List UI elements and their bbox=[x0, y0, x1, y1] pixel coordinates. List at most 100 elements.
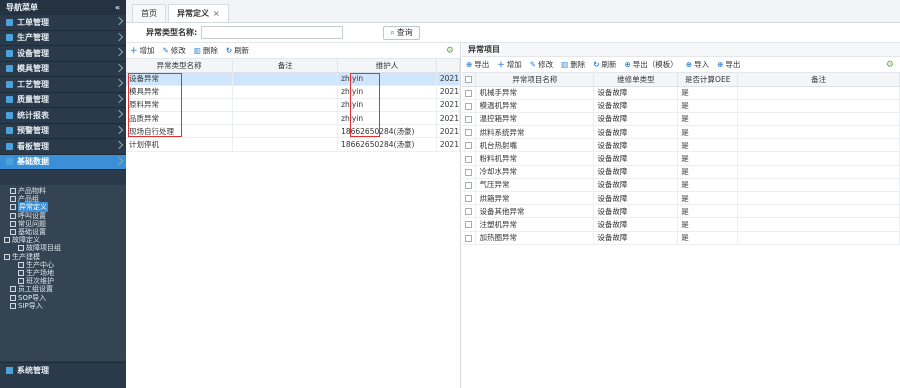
column-header[interactable]: 备注 bbox=[737, 73, 900, 87]
tab-home[interactable]: 首页 bbox=[132, 4, 166, 22]
table-row[interactable]: 设备其他异常 设备故障是 bbox=[462, 204, 900, 219]
table-header-row: 异常类型名称 备注 维护人 bbox=[126, 59, 461, 73]
column-header[interactable]: 维修单类型 bbox=[593, 73, 679, 87]
table-row[interactable]: 粉料机异常 设备故障是 bbox=[462, 151, 900, 166]
column-header[interactable] bbox=[436, 59, 461, 73]
row-checkbox[interactable] bbox=[462, 217, 477, 232]
table-row[interactable]: 模温机异常 设备故障是 bbox=[462, 99, 900, 113]
export-button[interactable]: ⊕ 导出 bbox=[466, 59, 489, 70]
gear-icon[interactable]: ⚙ bbox=[886, 60, 894, 70]
table-row[interactable]: 注塑机异常 设备故障是 bbox=[462, 217, 900, 232]
row-checkbox[interactable] bbox=[462, 151, 477, 166]
chart-icon bbox=[6, 111, 13, 119]
alert-icon bbox=[6, 127, 13, 135]
sidebar-item-molds[interactable]: 模具管理 bbox=[0, 62, 126, 77]
column-header[interactable]: 维护人 bbox=[337, 59, 437, 73]
tree-group[interactable]: 故障定义 bbox=[0, 236, 126, 244]
refresh-button[interactable]: ↻ 刷新 bbox=[226, 45, 249, 56]
sidebar-item-alerts[interactable]: 预警管理 bbox=[0, 124, 126, 139]
table-row[interactable]: 烘箱异常 设备故障是 bbox=[462, 191, 900, 206]
plus-icon: ＋ bbox=[130, 46, 138, 55]
chevron-right-icon bbox=[114, 32, 124, 41]
work-order-icon bbox=[6, 18, 13, 26]
collapse-icon[interactable]: « bbox=[115, 3, 120, 12]
search-button[interactable]: ⌕ 查询 bbox=[383, 25, 420, 40]
table-row[interactable]: 温控箱异常 设备故障是 bbox=[462, 112, 900, 127]
row-checkbox[interactable] bbox=[462, 99, 477, 113]
tree-item[interactable]: 生产中心 bbox=[0, 261, 126, 269]
column-header[interactable]: 备注 bbox=[232, 59, 339, 73]
doc-icon bbox=[10, 196, 16, 203]
row-checkbox[interactable] bbox=[462, 204, 477, 219]
import-button[interactable]: ⊕ 导入 bbox=[686, 59, 709, 70]
export-button-2[interactable]: ⊕ 导出 bbox=[717, 59, 740, 70]
tree-item[interactable]: SIP导入 bbox=[0, 302, 126, 310]
gear-icon[interactable]: ⚙ bbox=[446, 46, 454, 56]
table-row[interactable]: 烘料系统异常 设备故障是 bbox=[462, 125, 900, 140]
tree-item[interactable]: 生产场地 bbox=[0, 269, 126, 277]
table-row[interactable]: 冷却水异常 设备故障是 bbox=[462, 165, 900, 179]
column-header[interactable]: 是否计算OEE bbox=[677, 73, 739, 87]
column-header[interactable]: 异常类型名称 bbox=[126, 59, 234, 73]
table-row[interactable]: 计划停机 18662650284(汤豪) 2021 bbox=[126, 137, 461, 152]
delete-button[interactable]: ▥ 删除 bbox=[561, 59, 585, 70]
chevron-right-icon bbox=[114, 109, 124, 119]
table-row[interactable]: 模具异常 zhiyin 2021 bbox=[126, 85, 461, 99]
edit-button[interactable]: ✎ 修改 bbox=[163, 45, 186, 56]
sidebar-item-quality[interactable]: 质量管理 bbox=[0, 93, 126, 108]
sidebar-item-equipment[interactable]: 设备管理 bbox=[0, 46, 126, 62]
sidebar-item-boards[interactable]: 看板管理 bbox=[0, 139, 126, 155]
sidebar-item-process[interactable]: 工艺管理 bbox=[0, 77, 126, 93]
row-checkbox[interactable] bbox=[462, 86, 477, 100]
mold-icon bbox=[6, 65, 13, 73]
tab-bar: 首页 异常定义 × bbox=[126, 0, 900, 23]
table-row[interactable]: 机械手异常 设备故障是 bbox=[462, 86, 900, 100]
chevron-right-icon bbox=[114, 16, 124, 26]
table-row[interactable]: 现场自行处理 18662650284(汤豪) 2021 bbox=[126, 124, 461, 139]
sidebar-item-system[interactable]: 系统管理 bbox=[0, 362, 126, 378]
refresh-icon: ↻ bbox=[593, 60, 600, 69]
edit-button[interactable]: ✎ 修改 bbox=[530, 59, 553, 70]
row-checkbox[interactable] bbox=[462, 112, 477, 127]
row-checkbox[interactable] bbox=[462, 191, 477, 206]
row-checkbox[interactable] bbox=[462, 165, 477, 179]
row-checkbox[interactable] bbox=[462, 231, 477, 245]
select-all-checkbox[interactable] bbox=[462, 73, 477, 87]
doc-icon bbox=[10, 294, 16, 301]
board-icon bbox=[6, 142, 13, 150]
panel-title: 异常项目 bbox=[462, 43, 900, 57]
exception-type-panel: ＋增加 ✎ 修改 ▥ 删除 ↻ 刷新 ⚙ 异常类型名称 备注 维护人 设备异常 zhiy… bbox=[126, 43, 461, 388]
sidebar: 导航菜单 « 工单管理 生产管理 设备管理 模具管理 工艺管理 质量管理 统计报… bbox=[0, 0, 126, 388]
close-icon[interactable]: × bbox=[213, 9, 220, 18]
search-input[interactable] bbox=[201, 26, 344, 39]
sidebar-item-work-orders[interactable]: 工单管理 bbox=[0, 15, 126, 31]
row-checkbox[interactable] bbox=[462, 178, 477, 193]
row-checkbox[interactable] bbox=[462, 138, 477, 153]
sidebar-item-production[interactable]: 生产管理 bbox=[0, 31, 126, 46]
sidebar-item-basic-data[interactable]: 基础数据 bbox=[0, 154, 126, 170]
row-checkbox[interactable] bbox=[462, 125, 477, 140]
column-header[interactable]: 异常项目名称 bbox=[475, 73, 595, 87]
doc-icon bbox=[10, 212, 16, 219]
delete-button[interactable]: ▥ 删除 bbox=[194, 45, 218, 56]
table-row[interactable]: 气压异常 设备故障是 bbox=[462, 178, 900, 193]
refresh-button[interactable]: ↻ 刷新 bbox=[593, 59, 616, 70]
folder-icon bbox=[4, 237, 10, 244]
table-row[interactable]: 原料异常 zhiyin 2021 bbox=[126, 98, 461, 113]
tab-exception-definition[interactable]: 异常定义 × bbox=[168, 4, 229, 22]
table-row[interactable]: 品质异常 zhiyin 2021 bbox=[126, 111, 461, 126]
refresh-icon: ↻ bbox=[225, 46, 233, 55]
table-row[interactable]: 机台热射嘴 设备故障是 bbox=[462, 138, 900, 153]
table-row[interactable]: 设备异常 zhiyin 2021 bbox=[126, 72, 461, 86]
pencil-icon: ✎ bbox=[529, 60, 537, 69]
right-toolbar: ⊕ 导出 ＋增加 ✎ 修改 ▥ 删除 ↻ 刷新 ⊕ 导出（模板） ⊕ 导入 ⊕ 导出 ⚙ bbox=[462, 57, 900, 73]
add-button[interactable]: ＋增加 bbox=[130, 45, 155, 56]
sidebar-item-reports[interactable]: 统计报表 bbox=[0, 108, 126, 124]
table-row[interactable]: 加热圈异常 设备故障是 bbox=[462, 231, 900, 245]
tree-group[interactable]: 生产建模 bbox=[0, 253, 126, 261]
doc-icon bbox=[10, 204, 16, 211]
search-icon: ⌕ bbox=[390, 27, 395, 37]
add-button[interactable]: ＋增加 bbox=[497, 59, 522, 70]
sidebar-header: 导航菜单 « bbox=[0, 0, 126, 15]
export-template-button[interactable]: ⊕ 导出（模板） bbox=[624, 59, 677, 70]
